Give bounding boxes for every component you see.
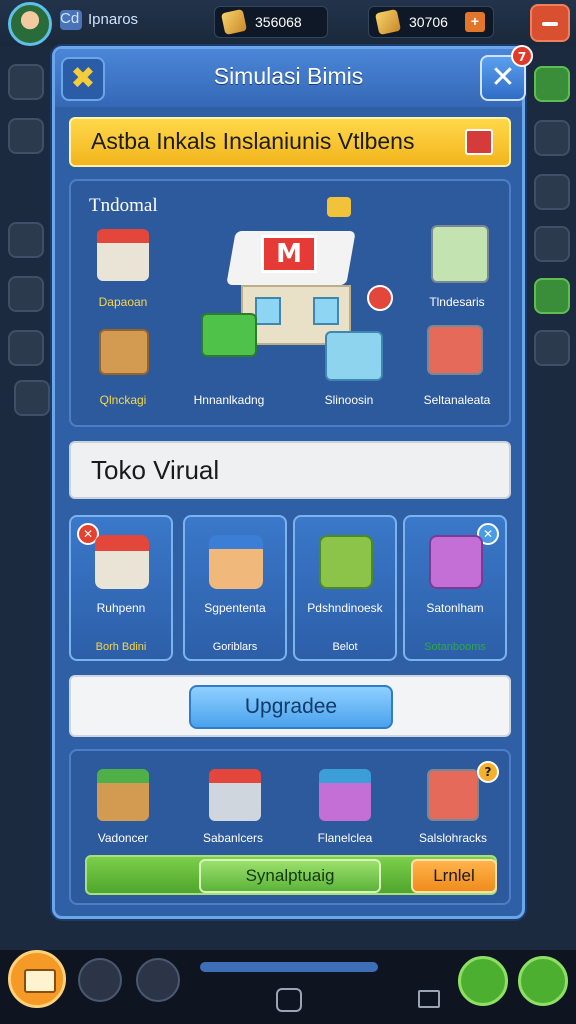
card-name: Satonlham (426, 601, 484, 615)
market-stall-icon (95, 535, 149, 589)
business-sim-panel: ✖ Simulasi Bimis ✕ 7 Astba Inkals Inslan… (52, 45, 533, 919)
gold-bar-icon (220, 8, 248, 36)
tool-icon[interactable] (78, 958, 122, 1002)
banner-text: Astba Inkals Inslaniunis Vtlbens (91, 128, 415, 154)
sync-button[interactable]: Synalptuaig (199, 859, 381, 893)
panel-title: Simulasi Bimis (213, 63, 364, 89)
social-icon[interactable] (518, 956, 568, 1006)
store-title: Toko Virual (91, 455, 220, 485)
vegetable-crate-icon (319, 535, 373, 589)
produce-stand-icon (209, 535, 263, 589)
shop-icon[interactable] (8, 950, 66, 1008)
notification-badge: 7 (511, 45, 533, 67)
question-badge-icon[interactable]: ? (477, 761, 499, 783)
side-button-right-6[interactable] (534, 330, 570, 366)
market-stall-icon[interactable] (97, 229, 149, 281)
store-card-2[interactable]: Sgpententa Goriblars (183, 515, 287, 661)
book-icon (465, 129, 493, 155)
side-button-left-5[interactable] (8, 330, 44, 366)
package-icon[interactable] (319, 769, 371, 821)
business-section: Tndomal M Dapaoan Qlnckagi Hnnanlkadng S… (69, 179, 511, 427)
side-button-left-1[interactable] (8, 64, 44, 100)
business-item-label: Seltanaleata (423, 393, 491, 407)
green-shop-icon[interactable] (201, 313, 257, 357)
bag-icon[interactable] (136, 958, 180, 1002)
side-button-left-3[interactable] (8, 222, 44, 258)
store-window (313, 297, 339, 325)
card-name: Pdshndinoesk (307, 601, 383, 615)
store-title-bar: Toko Virual (69, 441, 511, 499)
resource-coins: 356068 (214, 6, 328, 38)
side-button-left-4[interactable] (8, 276, 44, 312)
business-section-title: Tndomal (89, 195, 158, 216)
box-icon[interactable] (97, 769, 149, 821)
resource-coins-value: 356068 (255, 14, 302, 30)
side-button-right-1[interactable] (534, 66, 570, 102)
inventory-item-label: Vadoncer (97, 831, 149, 845)
card-subtitle: Belot (332, 641, 358, 653)
sale-sign-icon (367, 285, 393, 311)
cardboard-box-icon[interactable] (99, 329, 149, 375)
inventory-item-label: Flanelclea (317, 831, 373, 845)
side-button-right-5[interactable] (534, 278, 570, 314)
player-avatar[interactable] (8, 2, 52, 46)
business-item-label: Dapaoan (98, 295, 148, 309)
home-icon[interactable] (276, 988, 302, 1012)
inventory-section: Vadoncer Sabanlcers Flanelclea ? Salsloh… (69, 749, 511, 905)
side-button-left-6[interactable] (14, 380, 50, 416)
player-name-text: Ipnaros (88, 10, 139, 28)
side-button-right-3[interactable] (534, 174, 570, 210)
player-name: Cd Ipnaros (60, 10, 138, 30)
side-button-right-2[interactable] (534, 120, 570, 156)
store-card-1[interactable]: ✕ Ruhpenn Borh Bdini (69, 515, 173, 661)
side-button-right-4[interactable] (534, 226, 570, 262)
register-icon[interactable] (209, 769, 261, 821)
cart-icon[interactable] (427, 769, 479, 821)
resource-gems-value: 30706 (409, 14, 448, 30)
full-cart-icon[interactable] (427, 325, 483, 375)
card-name: Ruhpenn (96, 601, 146, 615)
chat-icon[interactable] (458, 956, 508, 1006)
card-subtitle: Sotanbooms (424, 641, 486, 653)
blue-crate-icon[interactable] (325, 331, 383, 381)
add-resource-button[interactable]: + (465, 12, 485, 32)
business-item-label: Slinoosin (324, 393, 374, 407)
card-name: Sgpententa (204, 601, 266, 615)
progress-bar: Synalptuaig Lrnlel (85, 855, 497, 895)
flag-icon (327, 197, 351, 217)
player-tag: Cd (60, 10, 82, 30)
side-button-left-2[interactable] (8, 118, 44, 154)
store-window (255, 297, 281, 325)
business-item-label: Qlnckagi (99, 393, 147, 407)
recents-icon[interactable] (418, 990, 440, 1008)
store-card-3[interactable]: Pdshndinoesk Belot (293, 515, 397, 661)
upgrade-row: Upgradee (69, 675, 511, 737)
inventory-item-label: Sabanlcers (202, 831, 264, 845)
resource-gems: 30706 + (368, 6, 494, 38)
purple-box-icon (429, 535, 483, 589)
card-subtitle: Borh Bdini (95, 641, 147, 653)
dock-handle (200, 962, 378, 972)
store-card-4[interactable]: ✕ Satonlham Sotanbooms (403, 515, 507, 661)
store-sign-icon: M (261, 235, 317, 273)
info-banner: Astba Inkals Inslaniunis Vtlbens (69, 117, 511, 167)
shopping-cart-icon[interactable] (431, 225, 489, 283)
business-item-label: Hnnanlkadng (193, 393, 265, 407)
inventory-item-label: Salslohracks (418, 831, 488, 845)
gold-gem-icon (374, 8, 402, 36)
business-item-label: Tlndesaris (429, 295, 485, 309)
menu-button[interactable] (530, 4, 570, 42)
card-subtitle: Goriblars (212, 641, 258, 653)
upgrade-button[interactable]: Upgradee (189, 685, 393, 729)
orange-action-button[interactable]: Lrnlel (411, 859, 497, 893)
